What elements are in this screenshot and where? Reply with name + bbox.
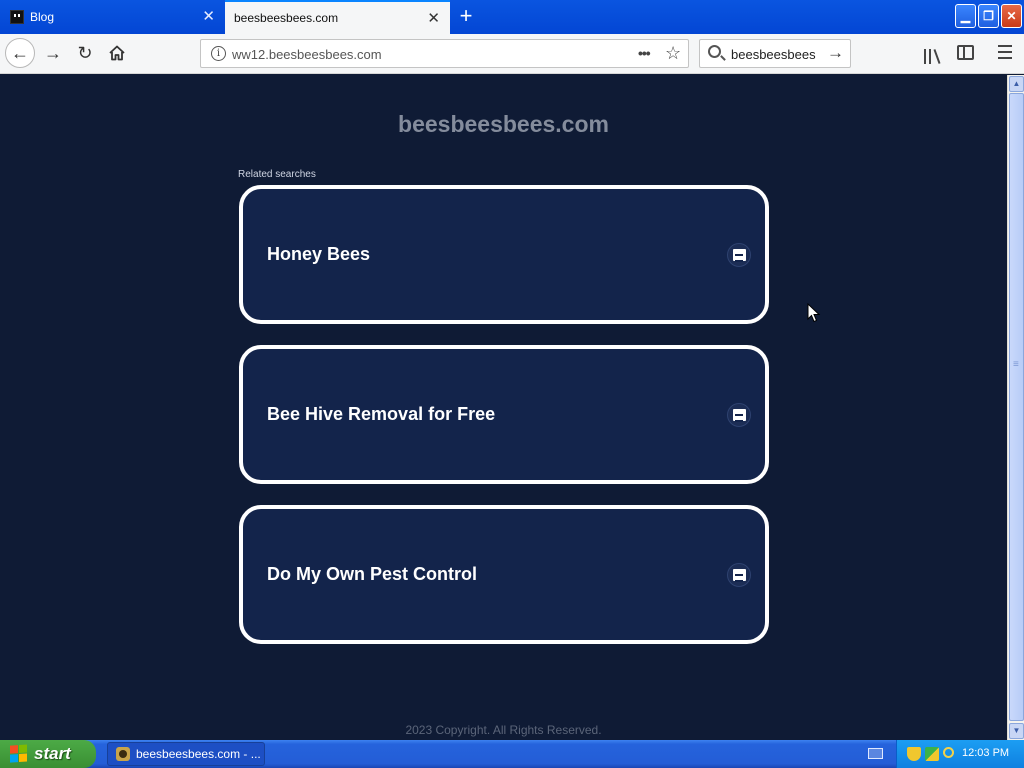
scroll-thumb[interactable] [1009, 93, 1024, 721]
system-tray: 12:03 PM [896, 740, 1024, 768]
start-button[interactable]: start [0, 740, 96, 768]
tab-blog[interactable]: Blog ✕ [0, 0, 225, 34]
scroll-down-button[interactable]: ▼ [1009, 723, 1024, 739]
image-icon [727, 403, 751, 427]
search-input[interactable]: beesbeesbees [731, 47, 816, 62]
blog-favicon-icon [10, 10, 24, 24]
related-search-card[interactable]: Bee Hive Removal for Free [239, 345, 769, 484]
taskbar-window-label: beesbeesbees.com - ... [136, 747, 261, 761]
back-button[interactable]: ← [5, 38, 35, 68]
reload-icon: ↻ [77, 42, 93, 63]
close-window-button[interactable]: ✕ [1001, 4, 1022, 28]
home-button[interactable] [102, 38, 132, 68]
copyright-footer: 2023 Copyright. All Rights Reserved. [405, 723, 602, 737]
tab-strip: Blog ✕ beesbeesbees.com ✕ + ▁ ❐ ✕ [0, 0, 1024, 34]
clock[interactable]: 12:03 PM [962, 747, 1009, 759]
vertical-scrollbar[interactable]: ▲ ▼ [1007, 75, 1024, 740]
go-arrow-icon[interactable]: → [827, 43, 844, 63]
tab-beesbeesbees[interactable]: beesbeesbees.com ✕ [225, 0, 450, 34]
menu-icon[interactable] [998, 45, 1012, 59]
related-search-card[interactable]: Do My Own Pest Control [239, 505, 769, 644]
magnifier-icon[interactable] [943, 747, 954, 758]
tab-label: beesbeesbees.com [234, 11, 339, 25]
url-bar[interactable]: i ww12.beesbeesbees.com ••• ☆ [200, 39, 689, 68]
bee-favicon-icon [116, 747, 130, 761]
mouse-cursor-icon [807, 303, 821, 323]
image-icon [727, 243, 751, 267]
taskbar-window-button[interactable]: beesbeesbees.com - ... [107, 742, 265, 766]
start-label: start [34, 744, 71, 763]
site-title[interactable]: beesbeesbees.com [0, 111, 1007, 138]
more-icon[interactable]: ••• [638, 45, 651, 61]
home-icon [109, 45, 125, 61]
related-searches-label: Related searches [238, 169, 316, 180]
url-text[interactable]: ww12.beesbeesbees.com [232, 47, 382, 62]
search-bar[interactable]: beesbeesbees → [699, 39, 851, 68]
search-icon [708, 45, 721, 58]
page-content: beesbeesbees.com Related searches Honey … [0, 75, 1007, 740]
info-icon[interactable]: i [211, 46, 226, 61]
shield-icon[interactable] [907, 747, 921, 761]
forward-icon: → [44, 42, 62, 63]
sidebar-icon[interactable] [957, 45, 974, 60]
tab-label: Blog [30, 10, 55, 24]
windows-logo-icon [10, 744, 28, 763]
card-label[interactable]: Bee Hive Removal for Free [267, 349, 495, 480]
restore-button[interactable]: ❐ [978, 4, 999, 28]
network-icon[interactable] [925, 747, 939, 761]
related-search-card[interactable]: Honey Bees [239, 185, 769, 324]
card-label[interactable]: Do My Own Pest Control [267, 509, 477, 640]
close-tab-icon[interactable]: ✕ [427, 11, 440, 26]
bookmark-star-icon[interactable]: ☆ [665, 43, 681, 64]
new-tab-button[interactable]: + [455, 5, 477, 27]
close-tab-icon[interactable]: ✕ [202, 9, 215, 24]
minimize-button[interactable]: ▁ [955, 4, 976, 28]
scroll-up-button[interactable]: ▲ [1009, 76, 1024, 92]
navigation-toolbar: ← → ↻ i ww12.beesbeesbees.com ••• ☆ bees… [0, 34, 1024, 74]
screen: Blog ✕ beesbeesbees.com ✕ + ▁ ❐ ✕ ← → ↻ … [0, 0, 1024, 768]
back-icon: ← [11, 42, 29, 63]
keyboard-icon[interactable] [868, 748, 883, 759]
forward-button[interactable]: → [38, 38, 68, 68]
library-icon[interactable] [922, 44, 944, 64]
card-label[interactable]: Honey Bees [267, 189, 370, 320]
taskbar: start beesbeesbees.com - ... 12:03 PM [0, 740, 1024, 768]
reload-button[interactable]: ↻ [70, 38, 100, 68]
image-icon [727, 563, 751, 587]
